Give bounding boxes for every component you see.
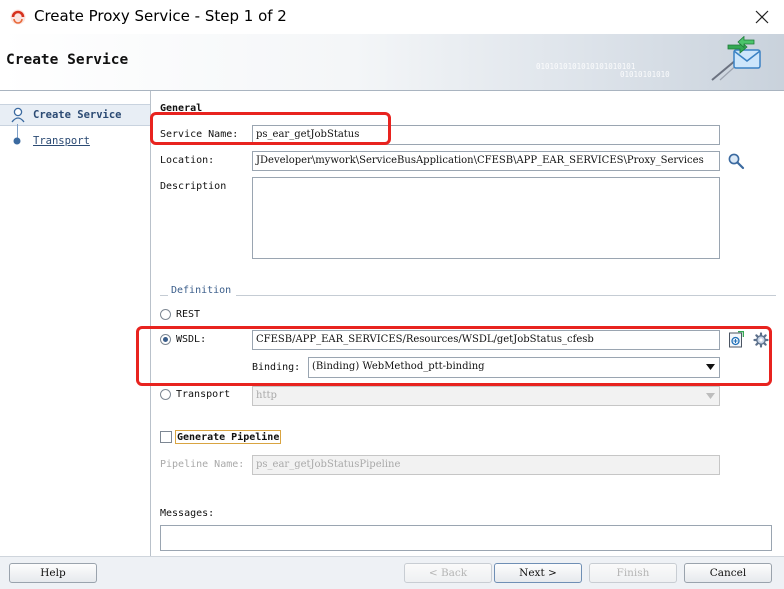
nav-step-transport[interactable]: Transport (0, 132, 150, 150)
transport-select-value: http (256, 390, 277, 401)
messages-area (160, 525, 772, 551)
definition-separator-right (236, 295, 776, 296)
wizard-header: Create Service 0101010101010101010101 01… (0, 34, 784, 91)
search-icon[interactable] (727, 152, 745, 170)
next-button[interactable]: Next > (494, 563, 582, 583)
location-input[interactable]: JDeveloper\mywork\ServiceBusApplication\… (252, 151, 720, 171)
nav-item-label: Transport (33, 135, 90, 147)
back-button[interactable]: < Back (404, 563, 492, 583)
nav-item-label: Create Service (33, 109, 122, 121)
description-textarea[interactable] (252, 177, 720, 259)
header-binary-decoration-2: 01010101010 (620, 70, 670, 79)
header-title: Create Service (6, 52, 129, 68)
generate-pipeline-label: Generate Pipeline (175, 430, 282, 444)
wizard-steps-panel (0, 91, 151, 556)
location-label: Location: (160, 155, 215, 166)
window-title: Create Proxy Service - Step 1 of 2 (34, 7, 287, 25)
title-bar: Create Proxy Service - Step 1 of 2 (0, 0, 784, 34)
rest-radio[interactable] (160, 309, 171, 320)
wsdl-label: WSDL: (176, 334, 207, 345)
binding-label: Binding: (252, 362, 301, 373)
binding-select[interactable]: (Binding) WebMethod_ptt-binding (308, 357, 720, 378)
gear-icon[interactable] (753, 332, 769, 348)
user-step-icon (11, 107, 25, 123)
section-heading-definition: Definition (171, 285, 232, 296)
chevron-down-icon (706, 393, 715, 399)
transport-label: Transport (176, 389, 231, 400)
browse-resource-icon[interactable] (728, 331, 744, 348)
pipeline-name-input[interactable]: ps_ear_getJobStatusPipeline (252, 455, 720, 475)
rest-label: REST (176, 309, 201, 320)
envelope-exchange-icon (711, 36, 761, 81)
section-heading-general: General (160, 103, 203, 114)
chevron-down-icon (706, 364, 715, 370)
nav-step-create-service[interactable]: Create Service (0, 104, 150, 126)
oracle-app-icon (10, 9, 26, 25)
service-name-input[interactable]: ps_ear_getJobStatus (252, 125, 720, 145)
pipeline-name-label: Pipeline Name: (160, 459, 245, 470)
wsdl-radio[interactable] (160, 334, 171, 345)
finish-button[interactable]: Finish (589, 563, 677, 583)
wsdl-input[interactable]: CFESB/APP_EAR_SERVICES/Resources/WSDL/ge… (252, 330, 720, 350)
close-button[interactable] (744, 2, 780, 32)
cancel-button[interactable]: Cancel (684, 563, 772, 583)
definition-separator (160, 295, 168, 296)
messages-label: Messages: (160, 508, 215, 519)
close-icon (755, 10, 769, 24)
generate-pipeline-checkbox[interactable] (160, 431, 172, 443)
description-label: Description (160, 181, 227, 192)
transport-radio[interactable] (160, 389, 171, 400)
service-name-label: Service Name: (160, 129, 239, 140)
transport-select[interactable]: http (252, 386, 720, 406)
binding-select-value: (Binding) WebMethod_ptt-binding (312, 361, 485, 372)
help-button[interactable]: Help (9, 563, 97, 583)
step-dot-icon (13, 137, 21, 145)
